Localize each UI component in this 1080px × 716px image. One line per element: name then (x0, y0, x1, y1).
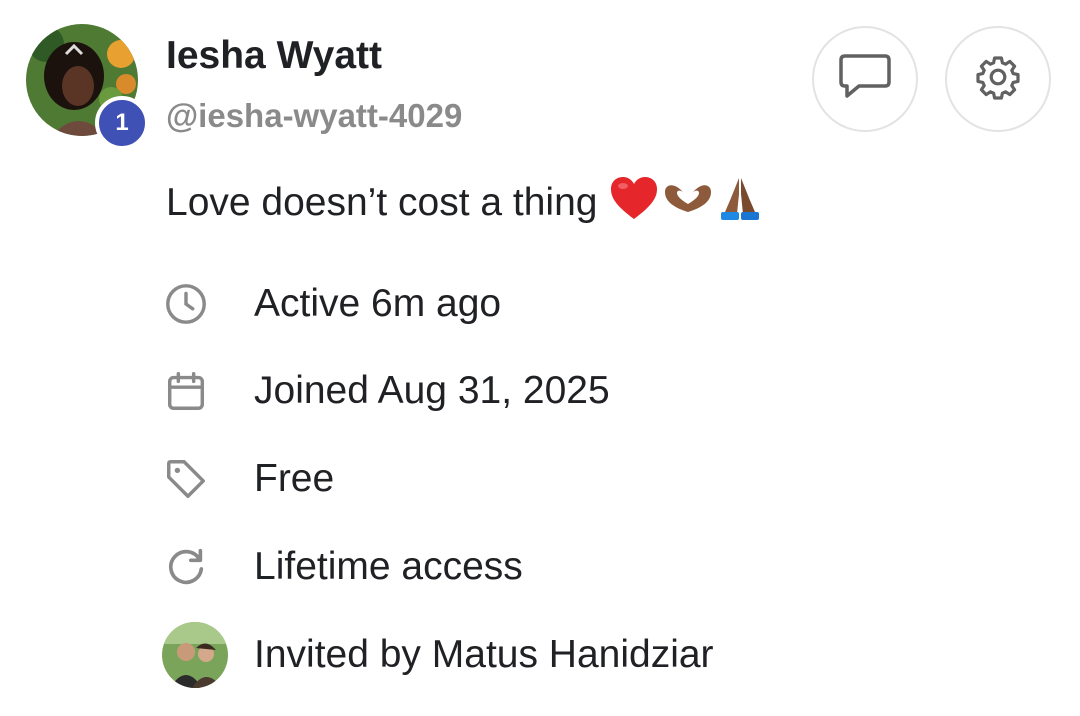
joined-date-row: Joined Aug 31, 2025 (162, 366, 610, 416)
active-status-text: Active 6m ago (254, 282, 502, 325)
access-row: Lifetime access (162, 542, 523, 592)
settings-button[interactable] (945, 26, 1051, 132)
calendar-icon (162, 367, 210, 415)
profile-card: 1 Iesha Wyatt @iesha-wyatt-4029 Love doe… (0, 0, 1080, 716)
refresh-icon (162, 543, 210, 591)
plan-text: Free (254, 457, 335, 500)
red-heart-icon (609, 175, 659, 231)
gear-icon (974, 53, 1022, 106)
profile-name: Iesha Wyatt (166, 34, 383, 77)
bio-text: Love doesn’t cost a thing (166, 181, 598, 224)
message-button[interactable] (812, 26, 918, 132)
invited-by-text[interactable]: Invited by Matus Hanidziar (254, 633, 714, 677)
bio-emojis (609, 174, 763, 232)
access-text: Lifetime access (254, 545, 523, 588)
invited-by-row[interactable]: Invited by Matus Hanidziar (162, 622, 714, 688)
active-status-row: Active 6m ago (162, 279, 501, 329)
clock-icon (162, 280, 210, 328)
plan-row: Free (162, 454, 334, 504)
folded-hands-icon (717, 174, 763, 232)
inviter-avatar[interactable] (162, 622, 228, 688)
heart-hands-icon (661, 178, 715, 228)
chat-bubble-icon (837, 52, 893, 107)
tag-icon (162, 455, 210, 503)
bio: Love doesn’t cost a thing (166, 174, 763, 232)
level-badge: 1 (95, 96, 149, 150)
joined-date-text: Joined Aug 31, 2025 (254, 369, 610, 412)
profile-handle: @iesha-wyatt-4029 (166, 97, 463, 134)
